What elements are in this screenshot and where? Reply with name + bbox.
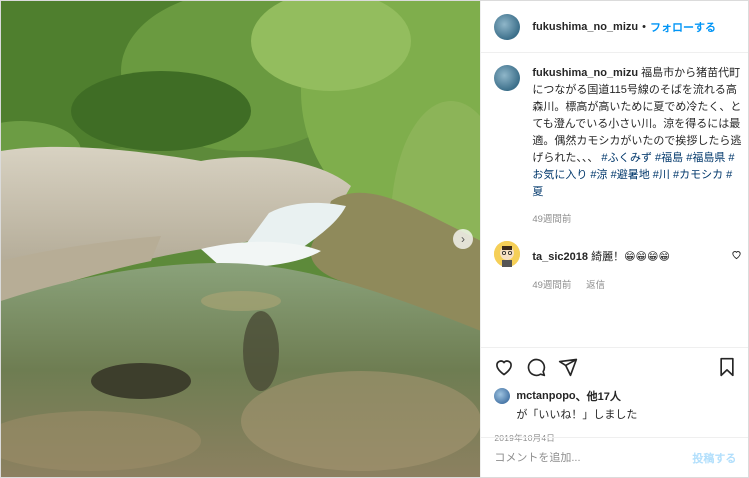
comment-icon[interactable] bbox=[526, 357, 546, 377]
avatar[interactable] bbox=[494, 13, 521, 40]
comment-username[interactable]: ta_sic2018 bbox=[532, 251, 588, 263]
caption-timestamp[interactable]: 49週間前 bbox=[532, 211, 744, 225]
hashtag-link[interactable]: #避暑地 bbox=[611, 169, 650, 181]
heart-icon[interactable] bbox=[494, 357, 514, 377]
comment-body: 綺麗！😁😁😁😁 bbox=[591, 251, 670, 263]
liker-username[interactable]: mctanpopo bbox=[516, 390, 575, 402]
comment-text: ta_sic2018 綺麗！😁😁😁😁 bbox=[532, 248, 670, 267]
post-sidebar: fukushima_no_mizu • フォローする fukushima_no_… bbox=[480, 1, 749, 477]
reply-button[interactable]: 返信 bbox=[586, 280, 605, 291]
hashtag-link[interactable]: #福島県 bbox=[686, 152, 725, 164]
commenter-avatar[interactable] bbox=[494, 241, 521, 267]
bookmark-icon[interactable] bbox=[718, 357, 736, 377]
caption: fukushima_no_mizu 福島市から猪苗代町につながる国道115号線の… bbox=[494, 65, 744, 201]
hashtag-link[interactable]: #川 bbox=[653, 169, 670, 181]
likes-text: が「いいね！」しました bbox=[516, 409, 638, 421]
follow-button[interactable]: フォローする bbox=[650, 19, 716, 35]
hashtag-link[interactable]: #ふくみず bbox=[601, 152, 652, 164]
comment-item: ta_sic2018 綺麗！😁😁😁😁 bbox=[494, 241, 744, 267]
instagram-post: › fukushima_no_mizu • フォローする fukushima_n… bbox=[0, 0, 749, 478]
like-comment-heart-icon[interactable] bbox=[731, 249, 742, 260]
comment-timestamp[interactable]: 49週間前 bbox=[532, 280, 571, 291]
action-icons bbox=[494, 356, 736, 378]
comment-composer: 投稿する bbox=[481, 437, 749, 477]
liker-avatar[interactable] bbox=[494, 388, 511, 404]
share-icon[interactable] bbox=[558, 357, 578, 377]
hashtag-link[interactable]: #福島 bbox=[655, 152, 683, 164]
separator-dot: • bbox=[642, 20, 646, 33]
caption-text: fukushima_no_mizu 福島市から猪苗代町につながる国道115号線の… bbox=[532, 65, 742, 201]
face-avatar-icon bbox=[494, 241, 521, 267]
comment-meta: 49週間前 返信 bbox=[532, 277, 744, 291]
hashtag-link[interactable]: #カモシカ bbox=[673, 169, 723, 181]
header-username[interactable]: fukushima_no_mizu bbox=[532, 21, 638, 33]
stream-photo-illustration bbox=[1, 1, 481, 477]
caption-username[interactable]: fukushima_no_mizu bbox=[532, 67, 638, 79]
likes-count[interactable]: 、他17人 bbox=[576, 388, 621, 404]
post-header: fukushima_no_mizu • フォローする bbox=[481, 1, 748, 53]
likes-summary: mctanpopo 、他17人 bbox=[494, 388, 736, 404]
avatar[interactable] bbox=[494, 65, 521, 91]
post-actions: mctanpopo 、他17人 が「いいね！」しました 2019年10月4日 bbox=[481, 347, 749, 444]
comments-section: fukushima_no_mizu 福島市から猪苗代町につながる国道115号線の… bbox=[494, 65, 744, 291]
post-comment-button[interactable]: 投稿する bbox=[692, 450, 736, 466]
hashtag-link[interactable]: #涼 bbox=[590, 169, 607, 181]
comment-input[interactable] bbox=[494, 451, 675, 464]
post-photo[interactable]: › bbox=[1, 1, 481, 477]
caption-body: 福島市から猪苗代町につながる国道115号線のそばを流れる高森川。標高が高いために… bbox=[532, 67, 742, 164]
chevron-right-icon: › bbox=[461, 232, 465, 246]
next-photo-button[interactable]: › bbox=[453, 229, 473, 249]
